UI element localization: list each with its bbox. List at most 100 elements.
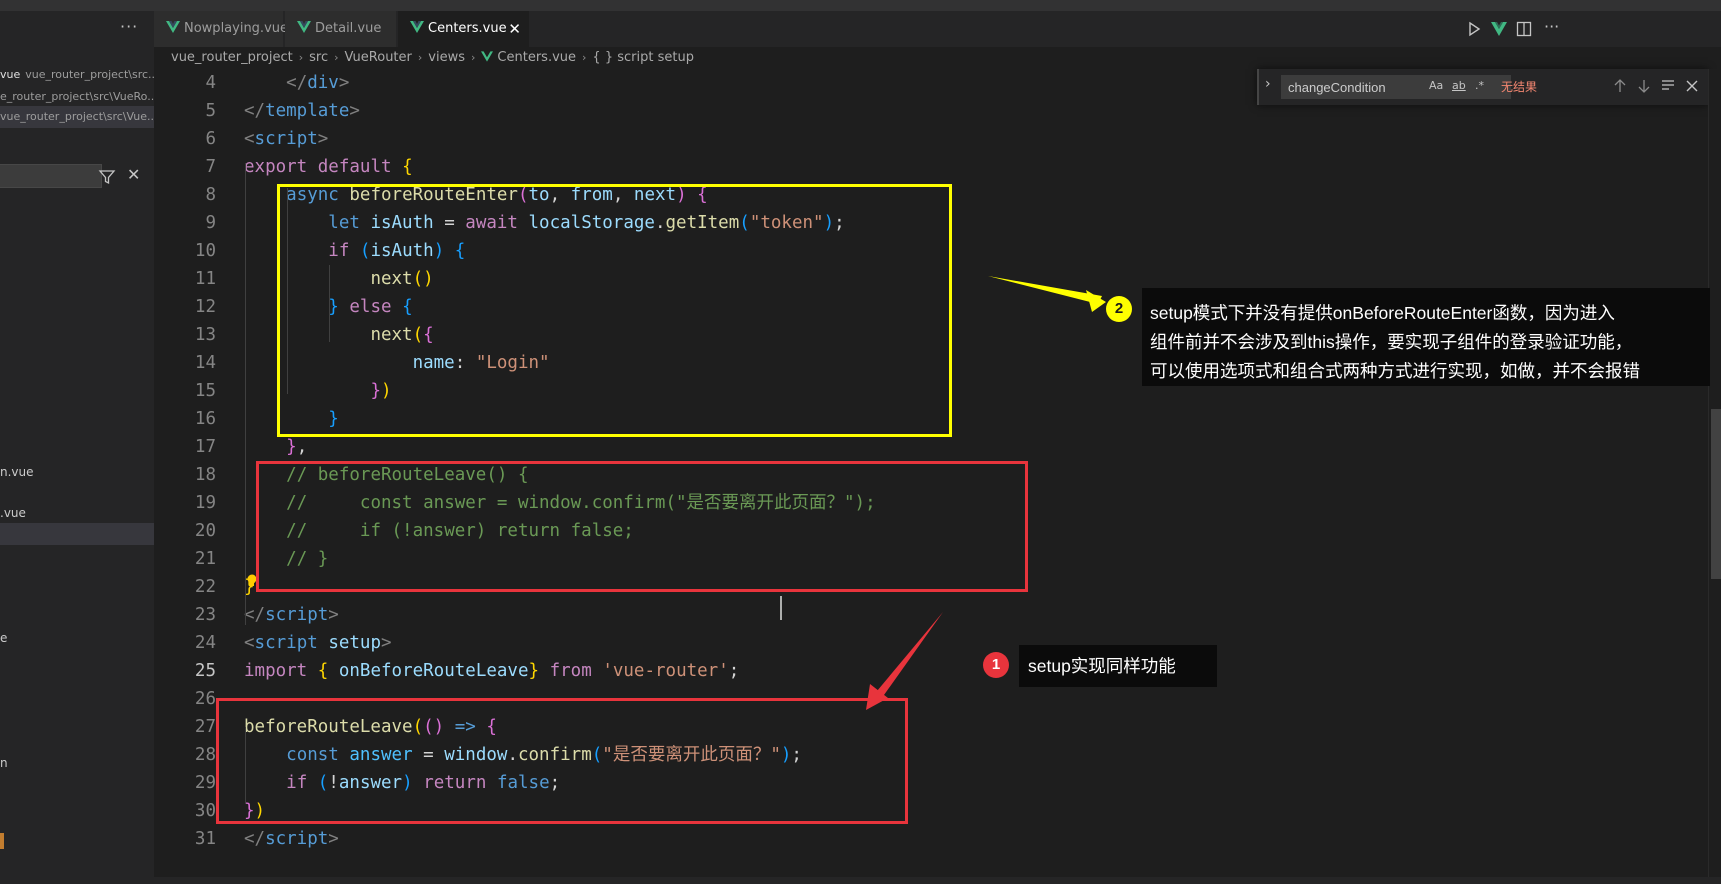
code-text: </template>: [244, 97, 360, 125]
tab-detail[interactable]: Detail.vue: [285, 11, 397, 47]
explorer-filter-input[interactable]: [0, 164, 102, 188]
run-icon[interactable]: [1465, 20, 1483, 38]
code-token: >: [349, 101, 360, 121]
line-number: 31: [194, 829, 216, 849]
vue-devtools-icon[interactable]: [1490, 20, 1508, 38]
tab-close-icon[interactable]: ✕: [508, 11, 521, 47]
code-token: setup: [328, 633, 381, 653]
filter-icon[interactable]: [98, 168, 116, 186]
breadcrumb-item[interactable]: views: [428, 50, 465, 65]
whole-word-toggle[interactable]: ab: [1452, 79, 1466, 92]
open-editor-item[interactable]: vue vue_router_project\src...: [0, 64, 154, 86]
code-token: </: [244, 101, 266, 121]
close-icon[interactable]: [1683, 77, 1701, 95]
code-token: >: [381, 633, 392, 653]
split-editor-icon[interactable]: [1515, 20, 1533, 38]
callout-line: 组件前并不会涉及到this操作，要实现子组件的登录验证功能，: [1150, 332, 1633, 352]
title-bar: [0, 0, 1721, 11]
code-line[interactable]: 24 <script setup>: [154, 629, 1721, 657]
code-token: >: [328, 829, 339, 849]
annotation-callout: setup模式下并没有提供onBeforeRouteEnter函数，因为进入 组…: [1142, 288, 1710, 386]
step-marker: 2: [1106, 296, 1132, 322]
code-text: <script setup>: [244, 629, 392, 657]
more-actions-icon[interactable]: ···: [120, 17, 138, 36]
code-token: ;: [728, 661, 740, 681]
line-number: 6: [205, 129, 216, 149]
breadcrumb-item[interactable]: VueRouter: [345, 50, 412, 65]
open-editor-path: vue_router_project\src\Vue...: [0, 110, 154, 123]
code-token: </: [286, 73, 308, 93]
code-token: script: [265, 605, 329, 625]
callout-line: 可以使用选项式和组合式两种方式进行实现，如做，并不会报错: [1150, 361, 1640, 381]
modified-badge: [0, 833, 4, 849]
code-line[interactable]: 25 import { onBeforeRouteLeave} from 'vue…: [154, 657, 1721, 685]
open-editor-item-active[interactable]: vue_router_project\src\Vue...: [0, 106, 154, 128]
editor-tab-bar: Nowplaying.vue Detail.vue Centers.vue ✕ …: [154, 11, 1721, 47]
breadcrumb-item[interactable]: { } script setup: [592, 50, 694, 65]
regex-toggle[interactable]: .*: [1475, 79, 1484, 92]
highlight-box-red: [216, 698, 908, 824]
find-widget: › Aa ab .* 无结果: [1257, 69, 1708, 105]
highlight-box-red: [256, 461, 1028, 592]
vue-file-icon: [481, 51, 494, 62]
code-line[interactable]: 31 </script>: [154, 825, 1721, 853]
breadcrumb-item[interactable]: Centers.vue: [497, 50, 576, 65]
code-token: >: [338, 73, 350, 93]
code-token: <: [244, 633, 255, 653]
tree-item[interactable]: n: [0, 752, 154, 774]
annotation-callout: setup实现同样功能: [1019, 645, 1217, 687]
vertical-scrollbar[interactable]: [1708, 69, 1721, 877]
chevron-right-icon[interactable]: ›: [1265, 76, 1271, 92]
code-token: >: [328, 605, 339, 625]
step-marker: 1: [983, 652, 1009, 678]
tree-item-selected[interactable]: [0, 523, 154, 545]
line-number: 20: [194, 521, 216, 541]
horizontal-scrollbar[interactable]: [154, 877, 1721, 884]
code-text: </script>: [244, 601, 339, 629]
tree-item[interactable]: .vue: [0, 502, 154, 524]
arrow-down-icon[interactable]: [1635, 77, 1653, 95]
line-number: 11: [194, 269, 216, 289]
code-text: },: [244, 433, 307, 461]
tree-item[interactable]: n.vue: [0, 461, 154, 483]
code-token: export: [244, 157, 308, 177]
breadcrumb-item[interactable]: vue_router_project: [171, 50, 293, 65]
chevron-right-icon: ›: [334, 51, 339, 64]
tab-nowplaying[interactable]: Nowplaying.vue: [154, 11, 288, 47]
code-line[interactable]: 17 },: [154, 433, 1721, 461]
line-number: 9: [205, 213, 216, 233]
line-number: 13: [194, 325, 216, 345]
tree-item[interactable]: e: [0, 627, 154, 649]
scrollbar-thumb[interactable]: [1711, 409, 1721, 579]
match-case-toggle[interactable]: Aa: [1429, 79, 1443, 92]
line-number: 28: [194, 745, 216, 765]
line-number: 4: [205, 73, 216, 93]
tab-centers[interactable]: Centers.vue ✕: [398, 11, 530, 47]
code-line[interactable]: 7 export default {: [154, 153, 1721, 181]
arrow-up-icon[interactable]: [1611, 77, 1629, 95]
line-number: 29: [194, 773, 216, 793]
code-token: {: [317, 661, 329, 681]
code-line[interactable]: 23 </script>: [154, 601, 1721, 629]
breadcrumb-item[interactable]: src: [309, 50, 328, 65]
line-number: 25: [194, 661, 216, 681]
line-number: 10: [194, 241, 216, 261]
line-number: 14: [194, 353, 216, 373]
tab-label: Centers.vue: [428, 21, 507, 36]
vue-file-icon: [166, 21, 180, 33]
code-line[interactable]: 6 <script>: [154, 125, 1721, 153]
find-in-selection-icon[interactable]: [1659, 77, 1677, 95]
open-editor-item[interactable]: e_router_project\src\VueRo...: [0, 86, 154, 108]
chevron-right-icon: ›: [582, 51, 587, 64]
callout-text: setup实现同样功能: [1028, 656, 1176, 676]
line-number: 8: [205, 185, 216, 205]
callout-line: setup模式下并没有提供onBeforeRouteEnter函数，因为进入: [1150, 303, 1615, 323]
tab-label: Nowplaying.vue: [184, 21, 288, 36]
more-actions-icon[interactable]: ···: [1544, 17, 1559, 36]
close-icon[interactable]: ✕: [127, 165, 140, 184]
